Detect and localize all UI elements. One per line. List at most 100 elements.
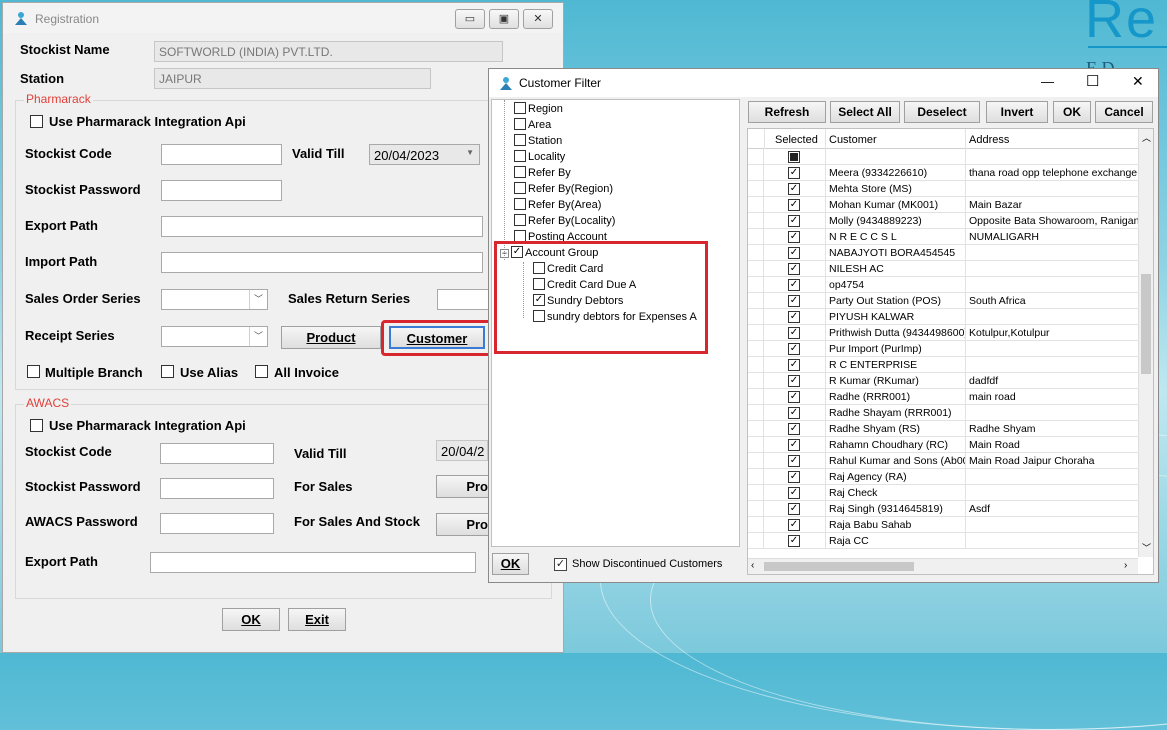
row-selected-checkbox[interactable]: ✓: [788, 487, 800, 499]
tree-checkbox[interactable]: [514, 118, 526, 131]
tree-checkbox[interactable]: [514, 198, 526, 211]
tree-ok-button[interactable]: OK: [492, 553, 529, 575]
table-row[interactable]: ✓ Mehta Store (MS): [748, 181, 1153, 197]
table-row[interactable]: ✓ Raja Babu Sahab: [748, 517, 1153, 533]
row-selected-checkbox[interactable]: ✓: [788, 199, 800, 211]
awacs-use-api-checkbox[interactable]: [30, 419, 43, 432]
tree-item-refer-by-area[interactable]: Refer By(Area): [514, 198, 601, 211]
awacs-export-path-input[interactable]: [150, 552, 476, 573]
tree-item-refer-by[interactable]: Refer By: [514, 166, 571, 179]
row-selected-checkbox[interactable]: ✓: [788, 535, 800, 547]
scroll-down-icon[interactable]: ﹀: [1142, 541, 1151, 554]
table-row[interactable]: ✓ Raj Check: [748, 485, 1153, 501]
row-selected-checkbox[interactable]: ✓: [788, 343, 800, 355]
tree-item-area[interactable]: Area: [514, 118, 551, 131]
scroll-left-icon[interactable]: ‹: [751, 560, 754, 571]
invert-button[interactable]: Invert: [986, 101, 1048, 123]
table-row[interactable]: ✓ Raj Singh (9314645819) Asdf: [748, 501, 1153, 517]
show-discontinued-checkbox[interactable]: ✓: [554, 558, 567, 571]
for-sales-and-stock-product-button[interactable]: Pro: [436, 513, 489, 536]
row-selected-checkbox[interactable]: ✓: [788, 423, 800, 435]
row-selected-checkbox[interactable]: ✓: [788, 455, 800, 467]
minimize-button[interactable]: ▭: [455, 9, 485, 29]
select-all-button[interactable]: Select All: [830, 101, 900, 123]
exit-button[interactable]: Exit: [288, 608, 346, 631]
table-row[interactable]: ✓ Raja CC: [748, 533, 1153, 549]
row-selected-checkbox[interactable]: ✓: [788, 215, 800, 227]
horizontal-scrollbar[interactable]: ‹ ›: [748, 558, 1138, 574]
table-row[interactable]: ✓ Meera (9334226610) thana road opp teleph…: [748, 165, 1153, 181]
tree-item-locality[interactable]: Locality: [514, 150, 565, 163]
tree-checkbox[interactable]: [514, 182, 526, 195]
row-selected-checkbox[interactable]: ✓: [788, 231, 800, 243]
row-selected-checkbox[interactable]: ✓: [788, 279, 800, 291]
table-row[interactable]: ✓ Raj Agency (RA): [748, 469, 1153, 485]
awacs-stockist-code-input[interactable]: [160, 443, 274, 464]
row-selected-checkbox[interactable]: ✓: [788, 247, 800, 259]
row-selected-checkbox[interactable]: ✓: [788, 503, 800, 515]
table-row[interactable]: ✓ Radhe Shyam (RS) Radhe Shyam: [748, 421, 1153, 437]
import-path-input[interactable]: [161, 252, 483, 273]
all-invoice-checkbox[interactable]: [255, 365, 268, 378]
multiple-branch-checkbox[interactable]: [27, 365, 40, 378]
tree-checkbox[interactable]: [514, 150, 526, 163]
close-icon[interactable]: ✕: [1132, 73, 1144, 90]
stockist-password-input[interactable]: [161, 180, 282, 201]
maximize-button[interactable]: ▣: [489, 9, 519, 29]
sales-order-series-select[interactable]: ﹀: [161, 289, 268, 310]
use-pharmarack-api-checkbox[interactable]: [30, 115, 43, 128]
awacs-stockist-password-input[interactable]: [160, 478, 274, 499]
column-header-customer[interactable]: Customer: [826, 129, 966, 149]
row-selected-checkbox[interactable]: ✓: [788, 183, 800, 195]
table-row[interactable]: ✓ Radhe (RRR001) main road: [748, 389, 1153, 405]
row-selected-checkbox[interactable]: ✓: [788, 471, 800, 483]
table-row[interactable]: ✓ Rahamn Choudhary (RC) Main Road: [748, 437, 1153, 453]
table-row[interactable]: ✓ Rahul Kumar and Sons (Ab001) Main Road J…: [748, 453, 1153, 469]
table-row[interactable]: ✓ Pur Import (PurImp): [748, 341, 1153, 357]
horizontal-scroll-thumb[interactable]: [764, 562, 914, 571]
station-field[interactable]: JAIPUR: [154, 68, 431, 89]
for-sales-product-button[interactable]: Pro: [436, 475, 489, 498]
row-selected-checkbox[interactable]: ✓: [788, 327, 800, 339]
minimize-icon[interactable]: —: [1041, 74, 1054, 89]
table-row[interactable]: ✓ Party Out Station (POS) South Africa: [748, 293, 1153, 309]
awacs-valid-till-field[interactable]: 20/04/2: [436, 440, 488, 461]
table-row[interactable]: ✓ Prithwish Dutta (9434498600) Kotulpur,Ko…: [748, 325, 1153, 341]
stockist-name-field[interactable]: SOFTWORLD (INDIA) PVT.LTD.: [154, 41, 503, 62]
row-selected-checkbox[interactable]: ✓: [788, 263, 800, 275]
row-selected-checkbox[interactable]: ✓: [788, 167, 800, 179]
vertical-scrollbar[interactable]: ︿ ﹀: [1138, 129, 1153, 557]
row-selected-checkbox[interactable]: ✓: [788, 519, 800, 531]
tree-item-region[interactable]: Region: [514, 102, 563, 115]
stockist-code-input[interactable]: [161, 144, 282, 165]
select-all-row-checkbox[interactable]: [788, 151, 800, 163]
tree-item-refer-by-region[interactable]: Refer By(Region): [514, 182, 613, 195]
scroll-right-icon[interactable]: ›: [1124, 560, 1127, 571]
cancel-button[interactable]: Cancel: [1095, 101, 1153, 123]
use-alias-checkbox[interactable]: [161, 365, 174, 378]
table-row[interactable]: ✓ PIYUSH KALWAR: [748, 309, 1153, 325]
row-selected-checkbox[interactable]: ✓: [788, 311, 800, 323]
column-header-address[interactable]: Address: [966, 129, 1141, 149]
column-header-selected[interactable]: Selected: [764, 129, 826, 149]
ok-button[interactable]: OK: [222, 608, 280, 631]
awacs-password-input[interactable]: [160, 513, 274, 534]
tree-checkbox[interactable]: [514, 166, 526, 179]
table-row[interactable]: ✓ Mohan Kumar (MK001) Main Bazar: [748, 197, 1153, 213]
customer-filter-title-bar[interactable]: Customer Filter — ☐ ✕: [489, 69, 1158, 97]
row-selected-checkbox[interactable]: ✓: [788, 295, 800, 307]
receipt-series-select[interactable]: ﹀: [161, 326, 268, 347]
row-selected-checkbox[interactable]: ✓: [788, 375, 800, 387]
table-row[interactable]: ✓ NILESH AC: [748, 261, 1153, 277]
table-row[interactable]: ✓ Radhe Shayam (RRR001): [748, 405, 1153, 421]
table-row[interactable]: ✓ R C ENTERPRISE: [748, 357, 1153, 373]
table-row[interactable]: ✓ NABAJYOTI BORA454545: [748, 245, 1153, 261]
row-selected-checkbox[interactable]: ✓: [788, 391, 800, 403]
row-selected-checkbox[interactable]: ✓: [788, 407, 800, 419]
tree-checkbox[interactable]: [514, 134, 526, 147]
scroll-thumb[interactable]: [1141, 274, 1151, 374]
registration-title-bar[interactable]: Registration ▭ ▣ ✕: [3, 3, 563, 33]
valid-till-date-picker[interactable]: 20/04/2023 ▼: [369, 144, 480, 165]
table-row[interactable]: ✓ Molly (9434889223) Opposite Bata Showaro…: [748, 213, 1153, 229]
row-selected-checkbox[interactable]: ✓: [788, 439, 800, 451]
